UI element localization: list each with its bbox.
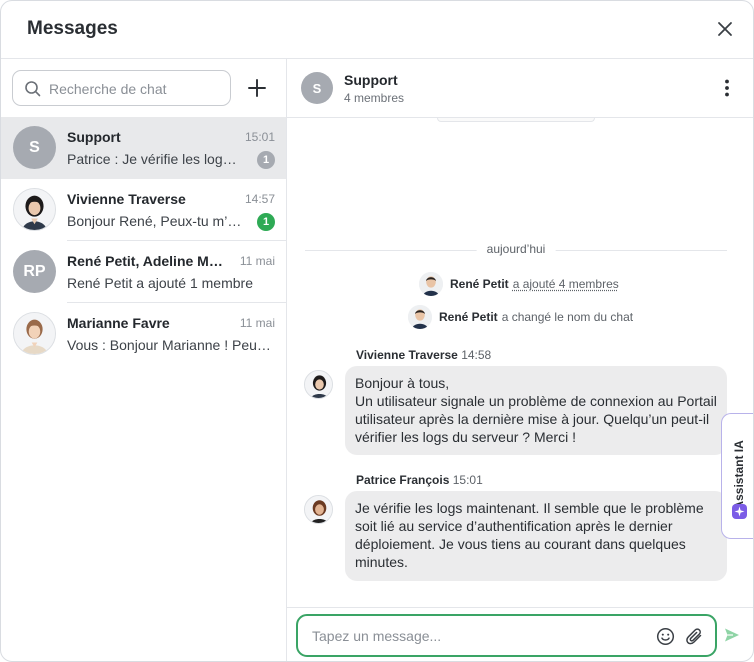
- avatar[interactable]: S: [301, 72, 333, 104]
- person-photo-icon: [14, 189, 55, 230]
- chat-time: 15:01: [244, 130, 275, 144]
- previous-message-edge: [437, 118, 595, 122]
- day-label: aujourd’hui: [476, 242, 556, 256]
- system-event: René Petit a ajouté 4 membres: [419, 271, 619, 297]
- message-meta: Patrice François 15:01: [356, 473, 483, 487]
- chat-item-rene-petit-adeline-moreau[interactable]: RP René Petit, Adeline Moreau 11 mai Ren…: [1, 241, 286, 303]
- unread-badge: 1: [257, 213, 275, 231]
- chat-preview: Patrice : Je vérifie les logs maintenant…: [67, 151, 243, 167]
- avatar: [13, 188, 56, 231]
- search-icon: [25, 81, 41, 97]
- emoji-icon[interactable]: [656, 627, 675, 646]
- avatar: [13, 312, 56, 355]
- message-field[interactable]: [296, 614, 717, 657]
- message-time: 15:01: [452, 473, 483, 487]
- chat-search[interactable]: [12, 70, 231, 106]
- message-time: 14:58: [461, 348, 492, 362]
- day-separator: aujourd’hui: [305, 242, 727, 258]
- window-title: Messages: [27, 18, 118, 39]
- message-author[interactable]: Vivienne Traverse: [356, 348, 458, 362]
- person-photo-icon: [305, 371, 332, 398]
- chat-sidebar: S Support 15:01 Patrice : Je vérifie les…: [1, 59, 287, 661]
- avatar: [419, 272, 443, 296]
- avatar: [408, 305, 432, 329]
- sparkle-icon: [732, 504, 747, 519]
- chat-item-support[interactable]: S Support 15:01 Patrice : Je vérifie les…: [1, 117, 286, 179]
- message-meta: Vivienne Traverse 14:58: [356, 348, 491, 362]
- event-actor[interactable]: René Petit: [450, 277, 509, 291]
- person-photo-icon: [419, 272, 443, 296]
- send-icon[interactable]: [723, 626, 741, 644]
- event-action: a changé le nom du chat: [501, 310, 634, 324]
- chat-name: Support: [67, 129, 121, 145]
- avatar: S: [13, 126, 56, 169]
- messages-window: Messages S Support 15:01 Patrice : Je vé…: [0, 0, 754, 662]
- chat-time: 11 mai: [239, 316, 275, 330]
- conversation-header: S Support 4 membres: [287, 59, 753, 118]
- chat-list: S Support 15:01 Patrice : Je vérifie les…: [1, 117, 286, 365]
- window-header: Messages: [1, 1, 753, 59]
- event-action[interactable]: a ajouté 4 membres: [513, 277, 619, 291]
- message-composer: [287, 607, 753, 661]
- chat-time: 11 mai: [239, 254, 275, 268]
- person-photo-icon: [408, 305, 432, 329]
- close-icon[interactable]: [715, 19, 735, 39]
- paperclip-icon[interactable]: [685, 626, 704, 646]
- chat-preview: Bonjour René, Peux-tu m’envoyer le rappo…: [67, 213, 243, 229]
- chat-name: René Petit, Adeline Moreau: [67, 253, 227, 269]
- chat-time: 14:57: [244, 192, 275, 206]
- system-event: René Petit a changé le nom du chat: [408, 304, 633, 330]
- chat-name: Vivienne Traverse: [67, 191, 186, 207]
- chat-item-marianne-favre[interactable]: Marianne Favre 11 mai Vous : Bonjour Mar…: [1, 303, 286, 365]
- chat-preview: René Petit a ajouté 1 membre: [67, 275, 253, 291]
- person-photo-icon: [14, 313, 55, 354]
- person-photo-icon: [305, 496, 332, 523]
- message-avatar[interactable]: [304, 370, 333, 399]
- new-chat-button[interactable]: [246, 77, 268, 99]
- event-actor[interactable]: René Petit: [439, 310, 498, 324]
- message-avatar[interactable]: [304, 495, 333, 524]
- member-count[interactable]: 4 membres: [344, 91, 404, 105]
- kebab-menu-icon[interactable]: [719, 78, 735, 98]
- conversation-panel: S Support 4 membres aujourd’hui René Pet…: [287, 59, 753, 661]
- conversation-name[interactable]: Support: [344, 72, 398, 88]
- chat-preview: Vous : Bonjour Marianne ! Peux-tu vérifi…: [67, 337, 275, 353]
- message-bubble: Je vérifie les logs maintenant. Il sembl…: [345, 491, 727, 581]
- chat-name: Marianne Favre: [67, 315, 170, 331]
- message-author[interactable]: Patrice François: [356, 473, 449, 487]
- ai-assistant-tab[interactable]: Assistant IA: [721, 413, 753, 539]
- chat-item-vivienne-traverse[interactable]: Vivienne Traverse 14:57 Bonjour René, Pe…: [1, 179, 286, 241]
- search-input[interactable]: [49, 76, 225, 101]
- message-bubble: Bonjour à tous, Un utilisateur signale u…: [345, 366, 727, 455]
- message-input[interactable]: [312, 626, 642, 646]
- avatar: RP: [13, 250, 56, 293]
- unread-badge: 1: [257, 151, 275, 169]
